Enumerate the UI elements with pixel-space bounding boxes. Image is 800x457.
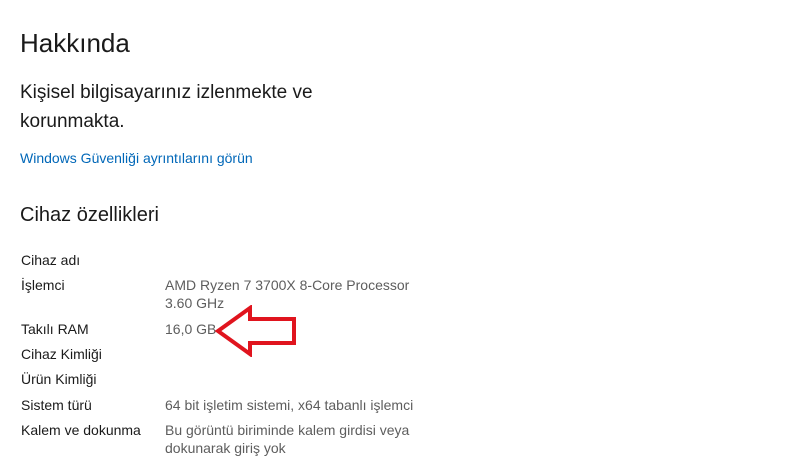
spec-value: Bu görüntü biriminde kalem girdisi veya … <box>165 422 410 456</box>
left-arrow-icon <box>214 305 296 357</box>
page-title: Hakkında <box>20 28 130 58</box>
spec-label: İşlemci <box>21 277 65 293</box>
windows-security-link[interactable]: Windows Güvenliği ayrıntılarını görün <box>20 150 253 166</box>
protection-status-text: Kişisel bilgisayarınız izlenmekte ve kor… <box>20 82 313 132</box>
spec-label: Takılı RAM <box>21 321 89 337</box>
spec-value: 64 bit işletim sistemi, x64 tabanlı işle… <box>165 397 414 413</box>
spec-label: Cihaz adı <box>21 252 81 268</box>
spec-label: Kalem ve dokunma <box>21 422 141 438</box>
device-specs-title: Cihaz özellikleri <box>20 204 159 226</box>
spec-label: Ürün Kimliği <box>21 371 97 387</box>
spec-label: Sistem türü <box>21 397 92 413</box>
spec-label: Cihaz Kimliği <box>21 346 102 362</box>
